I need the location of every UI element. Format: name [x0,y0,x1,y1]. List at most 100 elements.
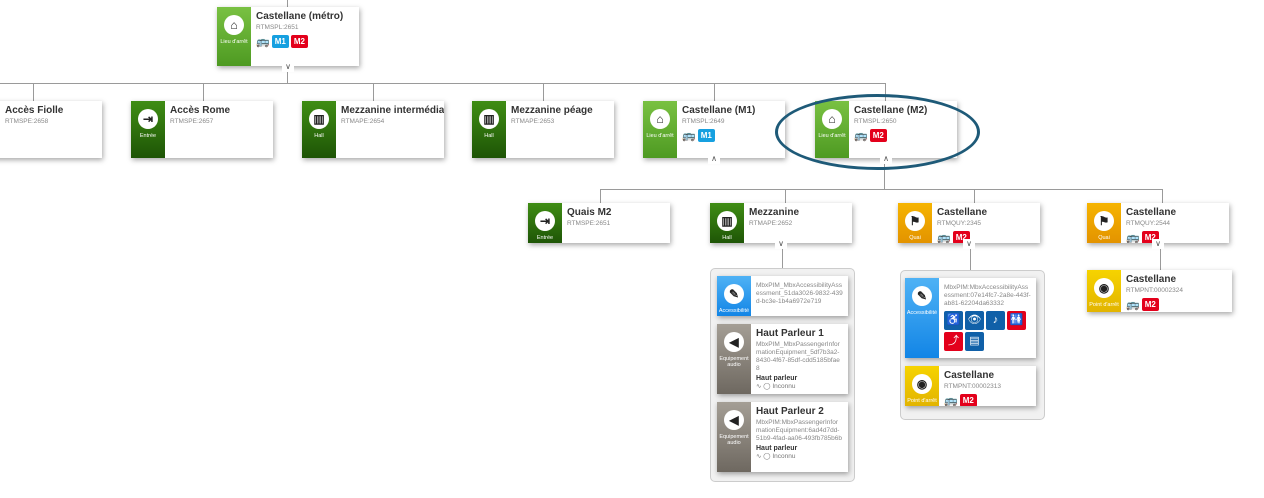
card-id: RTMQUY:2544 [1126,220,1170,227]
speaker-icon: ◀ [724,410,744,430]
connector [33,83,34,101]
line-badge-m1[interactable]: M1 [271,35,289,48]
card-mezzanine-peage[interactable]: ▥ Hall Mezzanine péage RTMAPE:2653 [472,101,614,158]
card-body: Accès Fiolle RTMSPE:2658 [0,101,102,158]
card-title: Accès Rome [170,105,231,116]
card-point-castellane-2324[interactable]: ◉ Point d'arrêt Castellane RTMPNT:00002324 🚌… [1087,270,1232,312]
line-badges: 🚌 M2 [1126,231,1224,243]
card-haut-parleur-1[interactable]: ◀ Equipement audio Haut Parleur 1 MbxPIM_Mb… [717,324,848,394]
card-type-panel: ▥ Hall [710,203,744,243]
expand-chevron-icon[interactable]: ∨ [775,239,787,249]
card-type-label: Quai [909,235,921,241]
stop-point-icon: ◉ [912,374,932,394]
card-body: Mezzanine intermédiaire RTMAPE:2654 [336,101,444,158]
card-type-label: Hall [722,235,732,241]
card-title: Accès Fiolle [5,105,64,116]
hall-icon: ▥ [717,211,737,231]
card-title: Haut Parleur 2 [756,406,824,417]
card-haut-parleur-2[interactable]: ◀ Equipement audio Haut Parleur 2 MbxPIM:Mb… [717,402,848,472]
card-type-panel: ▥ Hall [472,101,506,158]
speaker-icon: ◀ [724,332,744,352]
card-type-label: Hall [484,133,494,139]
connector [885,83,886,101]
accessibility-icon: ✎ [724,284,744,304]
bus-icon: 🚌 [256,36,270,48]
card-id: RTMSPL:2650 [854,118,897,125]
card-quais-m2[interactable]: ⇥ Entrée Quais M2 RTMSPE:2651 [528,203,670,243]
card-type-label: Entrée [536,235,554,241]
card-point-castellane-2313[interactable]: ◉ Point d'arrêt Castellane RTMPNT:00002313 🚌… [905,366,1036,406]
card-type-panel: ◀ Equipement audio [717,324,751,394]
expand-chevron-icon[interactable]: ∨ [282,62,294,72]
card-type-panel: ◉ Point d'arrêt [905,366,939,406]
card-id: RTMPNT:00002324 [1126,287,1183,294]
card-mezzanine[interactable]: ▥ Hall Mezzanine RTMAPE:2652 [710,203,852,243]
card-type-label: Equipement audio [719,356,749,368]
card-title: Castellane [944,370,995,381]
card-accessibility-2[interactable]: ✎ Accessibilité MbxPIM:MbxAccessibilityAss… [905,278,1036,358]
card-castellane-m1[interactable]: ⌂ Lieu d'arrêt Castellane (M1) RTMSPL:2649 🚌… [643,101,785,158]
collapse-chevron-icon[interactable]: ∧ [708,154,720,164]
entrance-icon: ⇥ [535,211,555,231]
accessibility-icon: ✎ [912,286,932,306]
line-badge-m2[interactable]: M2 [290,35,308,48]
escalator-icon: ⤴ [944,332,963,351]
card-acces-fiolle[interactable]: Accès Fiolle RTMSPE:2658 [0,101,102,158]
card-body: Castellane RTMQUY:2345 🚌 M2 [932,203,1040,243]
connector [714,83,715,101]
card-type-panel: ✎ Accessibilité [717,276,751,316]
card-title: Castellane (M2) [854,105,928,116]
equipment-type: Haut parleur [756,375,798,382]
card-body: Castellane RTMPNT:00002313 🚌 M2 [939,366,1036,406]
bus-icon: 🚌 [1126,232,1140,243]
card-type-label: Equipement audio [719,434,749,446]
card-mezzanine-intermediaire[interactable]: ▥ Hall Mezzanine intermédiaire RTMAPE:2654 [302,101,444,158]
line-badge-m2[interactable]: M2 [1141,298,1159,311]
card-quai-castellane-2345[interactable]: ⚑ Quai Castellane RTMQUY:2345 🚌 M2 [898,203,1040,243]
card-accessibility-1[interactable]: ✎ Accessibilité MbxPIM_MbxAccessibilityAss… [717,276,848,316]
line-badge-m2[interactable]: M2 [869,129,887,142]
card-type-panel: ⚑ Quai [898,203,932,243]
card-id: MbxPIM_MbxAccessibilityAssessment_51da30… [756,282,843,305]
lift-icon: ▤ [965,332,984,351]
card-quai-castellane-2544[interactable]: ⚑ Quai Castellane RTMQUY:2544 🚌 M2 [1087,203,1229,243]
card-body: Castellane (M2) RTMSPL:2650 🚌 M2 [849,101,957,158]
card-type-label: Lieu d'arrêt [220,39,248,45]
wheelchair-icon: ♿ [944,311,963,330]
building-icon: ⌂ [822,109,842,129]
expand-chevron-icon[interactable]: ∨ [1152,239,1164,249]
line-badges: 🚌 M2 [1126,298,1227,311]
hall-icon: ▥ [309,109,329,129]
card-castellane-metro[interactable]: ⌂ Lieu d'arrêt Castellane (métro) RTMSPL:26… [217,7,359,66]
card-type-panel: ⌂ Lieu d'arrêt [217,7,251,66]
card-type-label: Point d'arrêt [907,398,937,404]
card-type-panel: ▥ Hall [302,101,336,158]
bus-icon: 🚌 [682,130,696,142]
collapse-chevron-icon[interactable]: ∧ [880,154,892,164]
stop-point-icon: ◉ [1094,278,1114,298]
connector [600,189,1163,190]
hall-icon: ▥ [479,109,499,129]
card-type-panel: ⌂ Lieu d'arrêt [815,101,849,158]
bus-icon: 🚌 [944,395,958,406]
card-type-label: Lieu d'arrêt [646,133,674,139]
card-id: RTMQUY:2345 [937,220,981,227]
card-body: Accès Rome RTMSPE:2657 [165,101,273,158]
card-title: Castellane [937,207,988,218]
expand-chevron-icon[interactable]: ∨ [963,239,975,249]
line-badges: 🚌 M2 [854,129,952,142]
equipment-status: ∿ ◯ Inconnu [756,452,843,460]
card-castellane-m2[interactable]: ⌂ Lieu d'arrêt Castellane (M2) RTMSPL:2650 🚌… [815,101,957,158]
line-badge-m1[interactable]: M1 [697,129,715,142]
card-acces-rome[interactable]: ⇥ Entrée Accès Rome RTMSPE:2657 [131,101,273,158]
signal-icon: ∿ ◯ [756,383,773,390]
card-body: Mezzanine péage RTMAPE:2653 [506,101,614,158]
equipment-type: Haut parleur [756,445,798,452]
connector [203,83,204,101]
card-type-label: Accessibilité [906,310,938,316]
accessibility-icons: ♿ 👁 ♪ 🚻 ⤴ ▤ [944,311,1036,351]
card-type-label: Entrée [139,133,157,139]
line-badge-m2[interactable]: M2 [959,394,977,406]
card-id: RTMSPL:2651 [256,24,299,31]
card-type-panel: ◉ Point d'arrêt [1087,270,1121,312]
